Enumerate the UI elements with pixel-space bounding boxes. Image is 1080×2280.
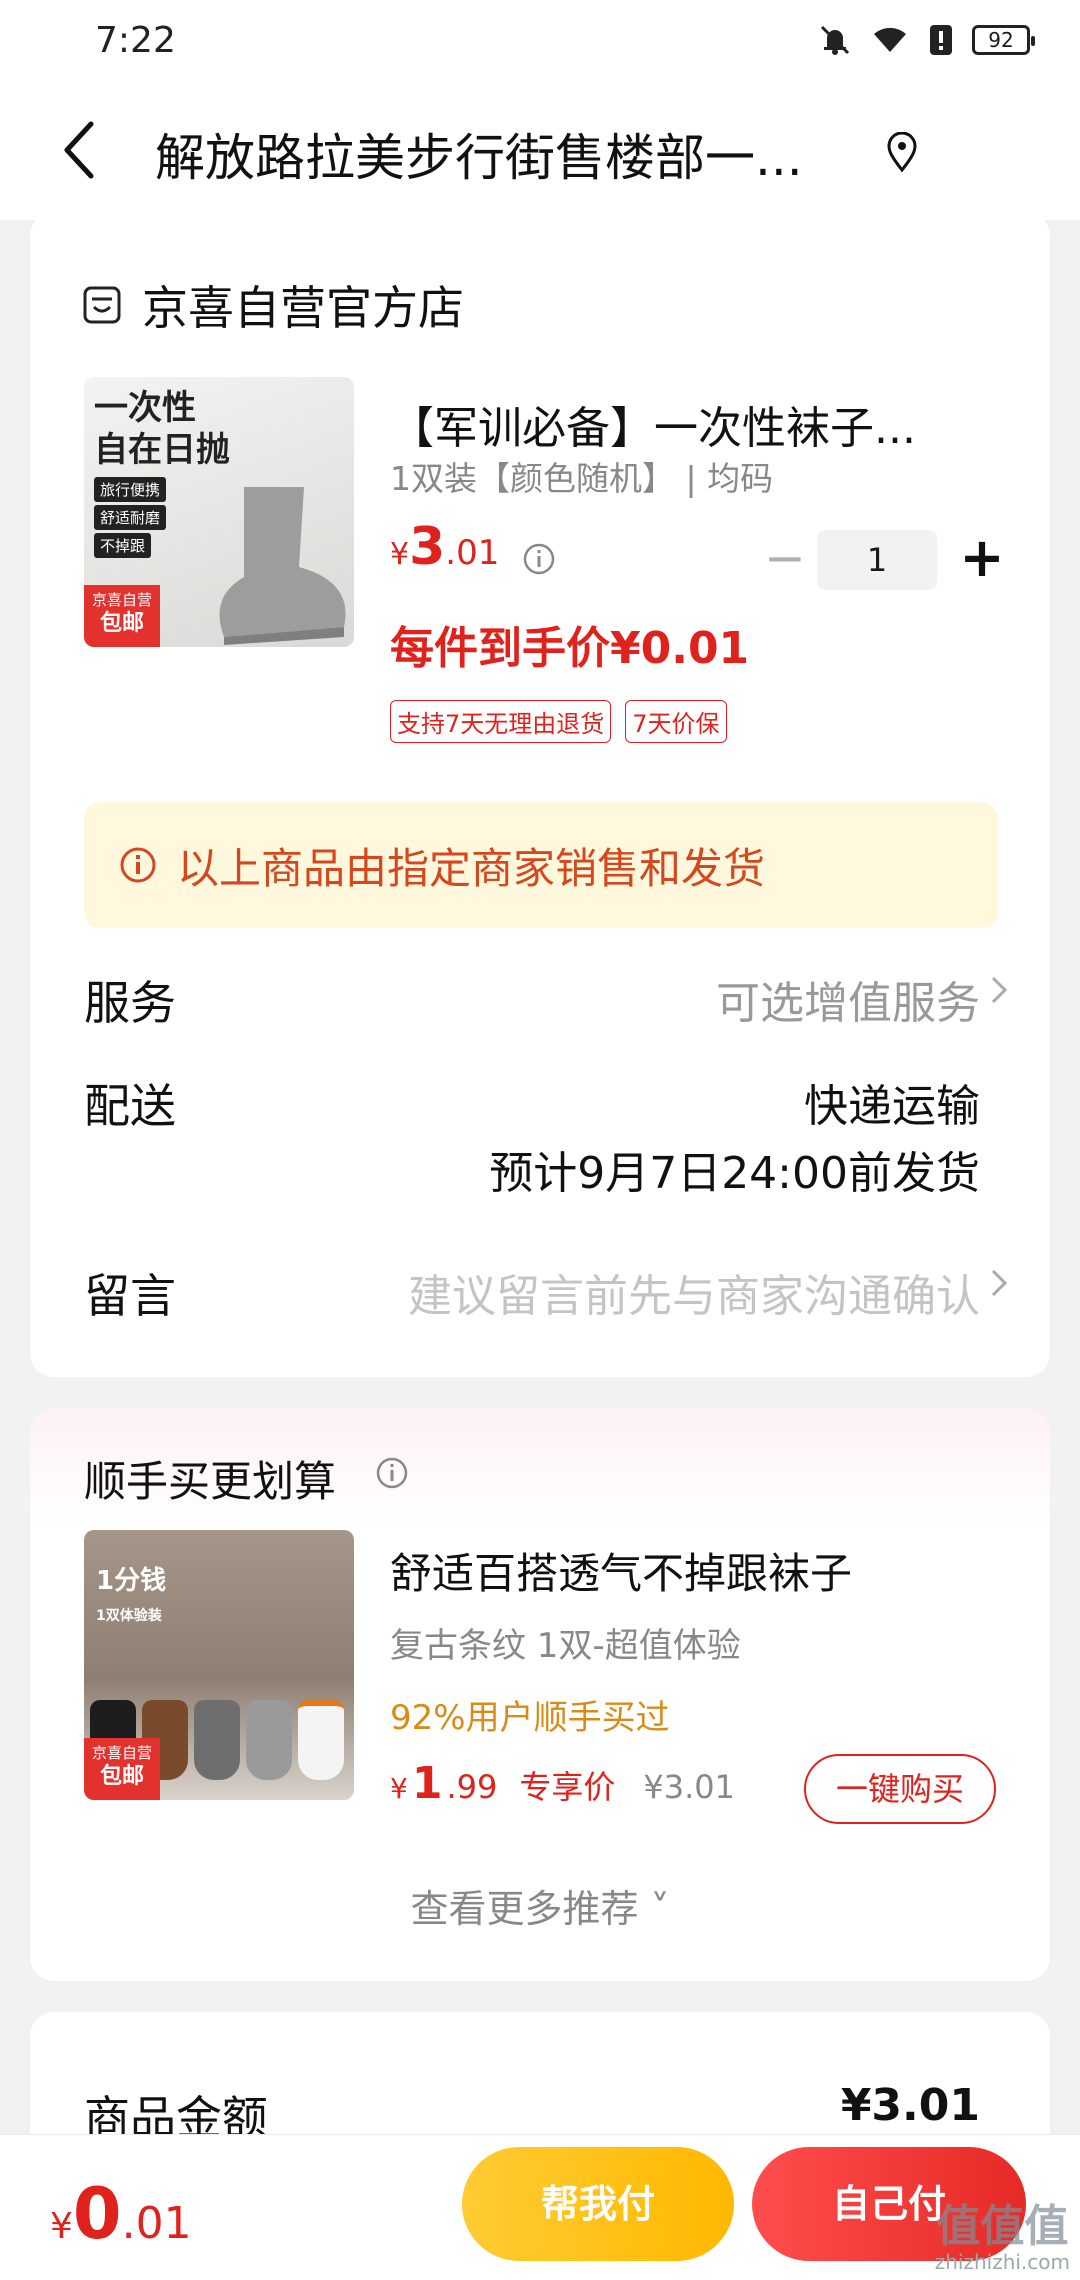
- recommendation-price: ¥ 1 .99 专享价 ¥3.01: [390, 1758, 735, 1809]
- info-icon[interactable]: [522, 542, 556, 576]
- alert-icon: [930, 25, 952, 55]
- bottom-bar: ¥ 0 .01 帮我付 自己付 值值值 zhizhizhi.com: [0, 2134, 1080, 2280]
- message-input[interactable]: 建议留言前先与商家沟通确认: [408, 1260, 980, 1324]
- service-label: 服务: [84, 976, 176, 1030]
- deal-price: 每件到手价¥0.01: [390, 623, 750, 674]
- status-time: 7:22: [95, 19, 176, 61]
- message-label: 留言: [84, 1269, 176, 1323]
- sock-swatch: [194, 1700, 240, 1780]
- badge-top-text: 京喜自营: [91, 1744, 152, 1762]
- price-decimal: .01: [445, 533, 500, 573]
- header: 解放路拉美步行街售楼部一...: [0, 80, 1080, 220]
- seller-notice: 以上商品由指定商家销售和发货: [84, 802, 998, 928]
- badge-bottom-text: 包邮: [99, 1764, 144, 1789]
- info-icon[interactable]: [375, 1456, 409, 1490]
- sock-illustration: [219, 487, 346, 645]
- help-pay-button[interactable]: 帮我付: [462, 2147, 734, 2261]
- recommendation-spec[interactable]: 复古条纹 1双-超值体验: [390, 1618, 741, 1667]
- quantity-increase-button[interactable]: +: [952, 530, 1012, 590]
- battery-level: 92: [988, 28, 1014, 52]
- back-arrow-icon[interactable]: [55, 118, 105, 182]
- more-recommendations-link[interactable]: 查看更多推荐 ˅: [30, 1878, 1050, 1933]
- chevron-right-icon[interactable]: [988, 972, 1010, 1008]
- total-decimal: .01: [121, 2198, 192, 2249]
- sock-swatch: [246, 1700, 292, 1780]
- original-price: ¥3.01: [643, 1768, 735, 1806]
- free-shipping-badge: 京喜自营 包邮: [84, 1738, 160, 1800]
- recommendation-card: 顺手买更划算 1分钱 1双体验装 京喜自营 包邮 舒适百搭透气不掉跟袜子 复古条…: [30, 1408, 1050, 1981]
- total-symbol: ¥: [50, 2206, 73, 2247]
- price-integer: 1: [411, 1758, 443, 1809]
- price-symbol: ¥: [390, 537, 410, 572]
- shop-icon: [83, 286, 121, 324]
- product-image[interactable]: 一次性 自在日抛 旅行便携 舒适耐磨 不掉跟 京喜自营 包邮: [84, 377, 354, 647]
- product-price: ¥ 3 .01: [390, 517, 499, 577]
- badge-bottom-text: 包邮: [99, 611, 144, 636]
- status-icons: 92: [818, 23, 1035, 57]
- notice-info-icon: [120, 847, 156, 883]
- product-image-caption: 一次性 自在日抛: [94, 388, 230, 470]
- shop-row[interactable]: 京喜自营官方店: [82, 272, 464, 338]
- quantity-decrease-button[interactable]: −: [755, 530, 815, 590]
- chevron-right-icon[interactable]: [988, 1265, 1010, 1301]
- product-spec[interactable]: 1双装【颜色随机】 | 均码: [390, 452, 773, 500]
- delivery-method: 快递运输: [804, 1081, 980, 1132]
- delivery-label: 配送: [84, 1079, 176, 1133]
- total-integer: 0: [72, 2173, 122, 2255]
- service-tags: 支持7天无理由退货 7天价保: [390, 700, 727, 743]
- badge-top-text: 京喜自营: [91, 591, 152, 609]
- goods-amount-value: ¥3.01: [840, 2080, 980, 2131]
- price-protection-tag: 7天价保: [625, 700, 727, 743]
- watermark-logo: 值值值: [936, 2201, 1069, 2252]
- sock-swatch: [298, 1700, 344, 1780]
- price-decimal: .99: [446, 1768, 498, 1806]
- product-image-tag: 不掉跟: [94, 533, 152, 558]
- recommendation-title: 顺手买更划算: [84, 1457, 337, 1506]
- reco-image-tag-text: 1分钱: [96, 1566, 167, 1596]
- status-bar: 7:22 92: [0, 0, 1080, 80]
- wifi-icon: [874, 27, 906, 52]
- shop-name: 京喜自营官方店: [142, 281, 464, 335]
- page-title: 解放路拉美步行街售楼部一...: [155, 129, 803, 187]
- exclusive-price-label: 专享价: [519, 1768, 616, 1806]
- reco-image-tag: 1分钱 1双体验装: [96, 1560, 166, 1627]
- recommendation-image[interactable]: 1分钱 1双体验装 京喜自营 包邮: [84, 1530, 354, 1800]
- location-pin-icon[interactable]: [885, 132, 919, 172]
- watermark: 值值值 zhizhizhi.com: [934, 2201, 1070, 2275]
- one-click-buy-button[interactable]: 一键购买: [804, 1754, 996, 1824]
- service-value[interactable]: 可选增值服务: [716, 967, 980, 1031]
- order-card: 京喜自营官方店 一次性 自在日抛 旅行便携 舒适耐磨 不掉跟 京喜自营 包邮 【…: [30, 212, 1050, 1377]
- price-symbol: ¥: [390, 1772, 408, 1805]
- product-title[interactable]: 【军训必备】一次性袜子...: [390, 392, 1000, 456]
- battery-icon: 92: [972, 25, 1035, 55]
- notice-text: 以上商品由指定商家销售和发货: [177, 843, 766, 893]
- reco-image-sub-text: 1双体验装: [96, 1608, 162, 1624]
- watermark-url: zhizhizhi.com: [934, 2250, 1070, 2274]
- product-image-tag: 旅行便携: [94, 477, 167, 502]
- product-image-text: 一次性 自在日抛: [94, 387, 230, 471]
- free-shipping-badge: 京喜自营 包邮: [84, 585, 160, 647]
- return-policy-tag: 支持7天无理由退货: [390, 700, 612, 743]
- mute-bell-icon: [820, 25, 850, 55]
- delivery-eta: 预计9月7日24:00前发货: [489, 1148, 980, 1199]
- quantity-input[interactable]: 1: [817, 530, 937, 590]
- total-price: ¥ 0 .01: [50, 2173, 192, 2255]
- product-image-tag: 舒适耐磨: [94, 505, 167, 530]
- recommendation-popularity: 92%用户顺手买过: [390, 1698, 670, 1738]
- price-integer: 3: [409, 517, 446, 577]
- recommendation-name[interactable]: 舒适百搭透气不掉跟袜子: [390, 1540, 852, 1601]
